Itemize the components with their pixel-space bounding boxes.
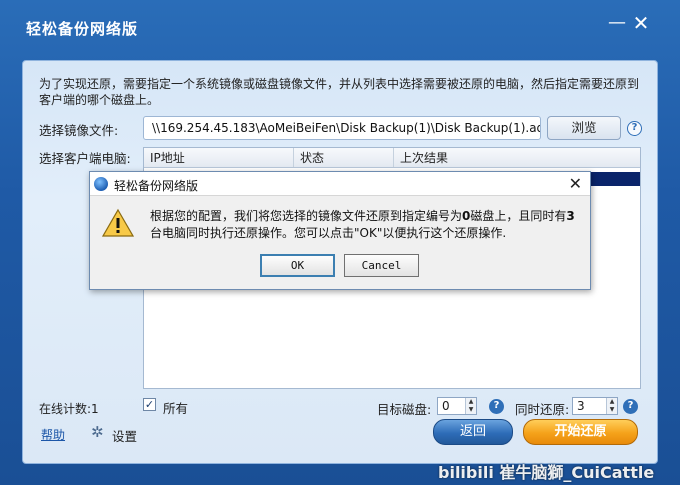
main-window: { "window": { "title": "轻松备份网络版", "minim… — [0, 0, 680, 485]
target-disk-stepper[interactable]: 0 ▲ ▼ — [437, 397, 477, 415]
back-button[interactable]: 返回 — [433, 419, 513, 445]
all-checkbox[interactable]: ✓ — [143, 398, 156, 411]
dialog-close-icon[interactable]: ✕ — [569, 174, 582, 193]
column-status[interactable]: 状态 — [294, 148, 394, 167]
dialog-message-part: 磁盘上，且同时有 — [470, 209, 567, 223]
confirm-dialog: 轻松备份网络版 ✕ 根据您的配置，我们将您选择的镜像文件还原到指定编号为0磁盘上… — [89, 171, 591, 290]
warning-icon — [102, 208, 134, 237]
client-list-header: IP地址 状态 上次结果 — [144, 148, 640, 168]
dialog-message: 根据您的配置，我们将您选择的镜像文件还原到指定编号为0磁盘上，且同时有3 台电脑同… — [150, 208, 580, 242]
spin-arrows-icon[interactable]: ▲ ▼ — [465, 398, 476, 414]
help-link[interactable]: 帮助 — [41, 426, 65, 443]
dialog-message-part: 根据您的配置，我们将您选择的镜像文件还原到指定编号为 — [150, 209, 463, 223]
gear-icon[interactable]: ✲ — [91, 424, 107, 440]
minimize-icon[interactable]: — — [606, 12, 628, 34]
dialog-message-part: 台电脑同时执行还原操作。您可以点击"OK"以便执行这个还原操作. — [150, 226, 507, 240]
help-icon[interactable]: ? — [623, 399, 638, 414]
app-logo-icon — [94, 177, 108, 191]
close-icon[interactable]: ✕ — [630, 12, 652, 34]
image-path-field[interactable]: \\169.254.45.183\AoMeiBeiFen\Disk Backup… — [143, 116, 541, 140]
ok-button[interactable]: OK — [260, 254, 335, 277]
start-restore-button[interactable]: 开始还原 — [523, 419, 638, 445]
target-disk-label: 目标磁盘: — [377, 402, 432, 417]
concurrent-restore-label: 同时还原: — [515, 402, 570, 417]
cancel-button[interactable]: Cancel — [344, 254, 419, 277]
online-count: 在线计数:1 — [39, 402, 99, 416]
dialog-title: 轻松备份网络版 — [114, 179, 199, 193]
column-last-result[interactable]: 上次结果 — [394, 148, 640, 167]
window-title: 轻松备份网络版 — [26, 20, 139, 38]
spin-arrows-icon[interactable]: ▲ ▼ — [606, 398, 617, 414]
dialog-message-concurrent-number: 3 — [566, 209, 575, 223]
help-icon[interactable]: ? — [627, 121, 642, 136]
all-label: 所有 — [163, 401, 189, 416]
help-icon[interactable]: ? — [489, 399, 504, 414]
browse-button[interactable]: 浏览 — [547, 116, 621, 140]
instruction-text: 为了实现还原，需要指定一个系统镜像或磁盘镜像文件，并从列表中选择需要被还原的电脑… — [39, 77, 640, 107]
target-disk-value: 0 — [442, 399, 450, 413]
image-file-label: 选择镜像文件: — [39, 123, 119, 138]
watermark: bilibili 崔牛脑獅_CuiCattle — [438, 463, 655, 482]
concurrent-restore-stepper[interactable]: 3 ▲ ▼ — [572, 397, 618, 415]
column-ip[interactable]: IP地址 — [144, 148, 294, 167]
dialog-title-bar: 轻松备份网络版 ✕ — [90, 172, 590, 196]
client-computer-label: 选择客户端电脑: — [39, 151, 131, 166]
concurrent-restore-value: 3 — [577, 399, 585, 413]
settings-link[interactable]: 设置 — [112, 426, 137, 445]
